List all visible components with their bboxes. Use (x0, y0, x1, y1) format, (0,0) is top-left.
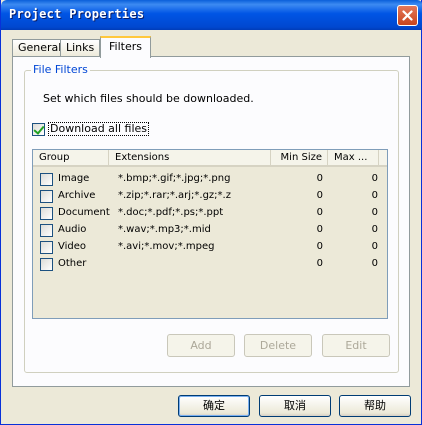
row-min-size: 0 (316, 190, 323, 201)
row-min-size: 0 (316, 207, 323, 218)
row-max-size: 0 (371, 190, 378, 201)
row-checkbox[interactable] (40, 207, 53, 220)
column-group[interactable]: Group (33, 150, 109, 167)
row-group: Image (58, 173, 90, 184)
tab-filters[interactable]: Filters (100, 36, 151, 58)
row-max-size: 0 (371, 173, 378, 184)
column-max-size[interactable]: Max ... (328, 150, 379, 167)
row-extensions: *.wav;*.mp3;*.mid (118, 224, 211, 235)
filters-description: Set which files should be downloaded. (43, 92, 254, 105)
row-group: Other (58, 258, 87, 269)
row-min-size: 0 (316, 241, 323, 252)
tab-links[interactable]: Links (60, 39, 101, 57)
table-row[interactable]: Document *.doc;*.pdf;*.ps;*.ppt 0 0 (33, 205, 387, 222)
download-all-check-box[interactable] (32, 122, 45, 136)
table-row[interactable]: Image *.bmp;*.gif;*.jpg;*.png 0 0 (33, 171, 387, 188)
ok-button[interactable]: 确定 (178, 395, 250, 417)
row-max-size: 0 (371, 224, 378, 235)
file-filters-legend: File Filters (31, 63, 90, 76)
row-checkbox[interactable] (40, 190, 53, 203)
close-button[interactable] (397, 5, 418, 26)
column-min-size[interactable]: Min Size (271, 150, 328, 167)
row-min-size: 0 (316, 224, 323, 235)
filter-list-header: Group Extensions Min Size Max ... (33, 150, 387, 167)
row-checkbox[interactable] (40, 173, 53, 186)
add-button[interactable]: Add (167, 334, 235, 357)
download-all-label: Download all files (48, 122, 150, 136)
cancel-button[interactable]: 取消 (259, 395, 331, 417)
row-extensions: *.doc;*.pdf;*.ps;*.ppt (118, 207, 224, 218)
row-extensions: *.avi;*.mov;*.mpeg (118, 241, 215, 252)
row-group: Document (58, 207, 110, 218)
close-icon (402, 10, 413, 21)
row-checkbox[interactable] (40, 224, 53, 237)
row-min-size: 0 (316, 173, 323, 184)
row-min-size: 0 (316, 258, 323, 269)
row-extensions: *.zip;*.rar;*.arj;*.gz;*.z (118, 190, 231, 201)
table-row[interactable]: Other 0 0 (33, 256, 387, 273)
row-extensions (118, 256, 270, 273)
title-bar[interactable]: Project Properties (1, 0, 422, 30)
delete-button[interactable]: Delete (244, 334, 312, 357)
row-checkbox[interactable] (40, 241, 53, 254)
row-checkbox[interactable] (40, 258, 53, 271)
window-title: Project Properties (9, 7, 145, 21)
table-row[interactable]: Archive *.zip;*.rar;*.arj;*.gz;*.z 0 0 (33, 188, 387, 205)
dialog-window: Project Properties General Links Filters… (0, 0, 422, 425)
filters-panel: File Filters Set which files should be d… (12, 56, 410, 387)
filter-list[interactable]: Group Extensions Min Size Max ... Image *… (32, 149, 388, 319)
download-all-checkbox[interactable]: Download all files (32, 122, 150, 136)
help-button[interactable]: 帮助 (339, 395, 411, 417)
row-group: Video (58, 241, 87, 252)
table-row[interactable]: Video *.avi;*.mov;*.mpeg 0 0 (33, 239, 387, 256)
row-max-size: 0 (371, 241, 378, 252)
row-extensions: *.bmp;*.gif;*.jpg;*.png (118, 173, 231, 184)
table-row[interactable]: Audio *.wav;*.mp3;*.mid 0 0 (33, 222, 387, 239)
row-max-size: 0 (371, 207, 378, 218)
edit-button[interactable]: Edit (322, 334, 390, 357)
row-max-size: 0 (371, 258, 378, 269)
row-group: Archive (58, 190, 96, 201)
row-group: Audio (58, 224, 87, 235)
column-extensions[interactable]: Extensions (109, 150, 271, 167)
